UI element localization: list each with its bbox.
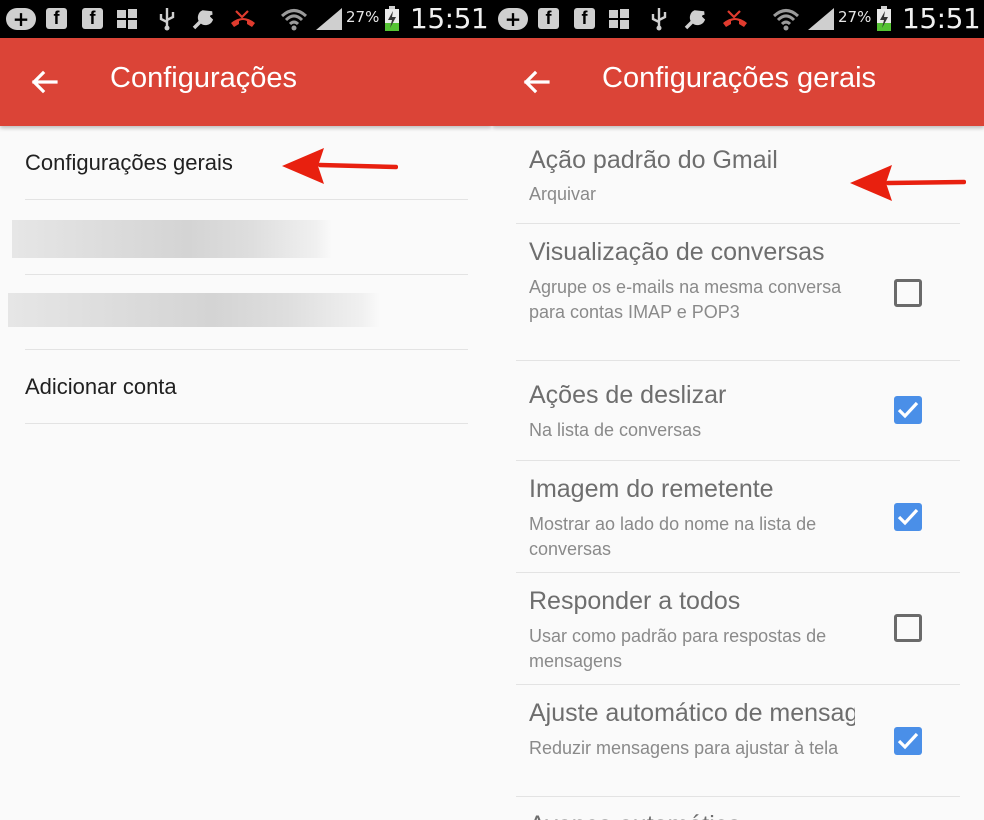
setting-title: Ajuste automático de mensagens bbox=[529, 699, 855, 727]
facebook-icon: f bbox=[574, 8, 595, 29]
wifi-icon bbox=[772, 7, 800, 31]
setting-subtitle: Na lista de conversas bbox=[529, 420, 702, 440]
app-bar: Configurações gerais bbox=[492, 38, 984, 126]
setting-reply-all[interactable]: Responder a todos Usar como padrão para … bbox=[516, 573, 960, 685]
setting-subtitle: Reduzir mensagens para ajustar à tela bbox=[529, 738, 839, 758]
back-arrow-icon[interactable] bbox=[26, 62, 66, 102]
setting-title: Visualização de conversas bbox=[529, 238, 825, 266]
usb-icon bbox=[156, 7, 178, 31]
redacted-account bbox=[12, 220, 332, 258]
app-bar: Configurações bbox=[0, 38, 492, 126]
battery-charging-icon bbox=[382, 6, 402, 31]
list-item-general-settings[interactable]: Configurações gerais bbox=[25, 126, 468, 200]
annotation-arrow bbox=[850, 165, 966, 201]
setting-swipe-actions[interactable]: Ações de deslizar Na lista de conversas bbox=[516, 361, 960, 461]
setting-auto-advance[interactable]: Avanço automático bbox=[516, 797, 960, 820]
redacted-account bbox=[8, 293, 380, 327]
status-bar: + f f 27% 15:51 bbox=[0, 0, 492, 38]
add-icon: + bbox=[6, 8, 36, 30]
setting-title: Ação padrão do Gmail bbox=[529, 146, 778, 174]
battery-percent: 27% bbox=[346, 8, 380, 26]
missed-call-icon bbox=[228, 7, 258, 31]
windows-icon bbox=[116, 7, 138, 31]
facebook-icon: f bbox=[46, 8, 67, 29]
setting-subtitle: Agrupe os e-mails na mesma conversa para… bbox=[529, 277, 842, 322]
add-icon: + bbox=[498, 8, 528, 30]
wrench-icon bbox=[190, 7, 218, 31]
list-item-label: Adicionar conta bbox=[25, 374, 177, 399]
setting-subtitle: Usar como padrão para respostas de mensa… bbox=[529, 626, 827, 671]
wifi-icon bbox=[280, 7, 308, 31]
list-item-add-account[interactable]: Adicionar conta bbox=[25, 350, 468, 424]
usb-icon bbox=[648, 7, 670, 31]
setting-auto-fit[interactable]: Ajuste automático de mensagens Reduzir m… bbox=[516, 685, 960, 797]
swipe-actions-checkbox[interactable] bbox=[894, 396, 922, 424]
missed-call-icon bbox=[720, 7, 750, 31]
setting-sender-image[interactable]: Imagem do remetente Mostrar ao lado do n… bbox=[516, 461, 960, 573]
signal-icon bbox=[314, 7, 344, 31]
back-arrow-icon[interactable] bbox=[518, 62, 558, 102]
annotation-arrow bbox=[282, 148, 398, 184]
setting-title: Avanço automático bbox=[529, 811, 855, 820]
general-settings-screen: + f f 27% 15:51 Configurações gerais Açã… bbox=[492, 0, 984, 820]
conversation-view-checkbox[interactable] bbox=[894, 279, 922, 307]
setting-title: Responder a todos bbox=[529, 587, 741, 615]
wrench-icon bbox=[682, 7, 710, 31]
setting-subtitle: Arquivar bbox=[529, 184, 597, 204]
clock: 15:51 bbox=[902, 2, 981, 35]
status-bar: + f f 27% 15:51 bbox=[492, 0, 984, 38]
page-title: Configurações bbox=[110, 62, 297, 94]
facebook-icon: f bbox=[82, 8, 103, 29]
sender-image-checkbox[interactable] bbox=[894, 503, 922, 531]
facebook-icon: f bbox=[538, 8, 559, 29]
reply-all-checkbox[interactable] bbox=[894, 614, 922, 642]
battery-percent: 27% bbox=[838, 8, 872, 26]
list-item-label: Configurações gerais bbox=[25, 150, 233, 175]
settings-screen: + f f 27% 15:51 Configurações Configuraç… bbox=[0, 0, 492, 820]
battery-charging-icon bbox=[874, 6, 894, 31]
setting-title: Imagem do remetente bbox=[529, 475, 774, 503]
clock: 15:51 bbox=[410, 2, 489, 35]
signal-icon bbox=[806, 7, 836, 31]
windows-icon bbox=[608, 7, 630, 31]
auto-fit-checkbox[interactable] bbox=[894, 727, 922, 755]
setting-conversation-view[interactable]: Visualização de conversas Agrupe os e-ma… bbox=[516, 224, 960, 361]
setting-title: Ações de deslizar bbox=[529, 381, 727, 409]
page-title: Configurações gerais bbox=[602, 62, 877, 94]
setting-subtitle: Mostrar ao lado do nome na lista de conv… bbox=[529, 514, 817, 559]
